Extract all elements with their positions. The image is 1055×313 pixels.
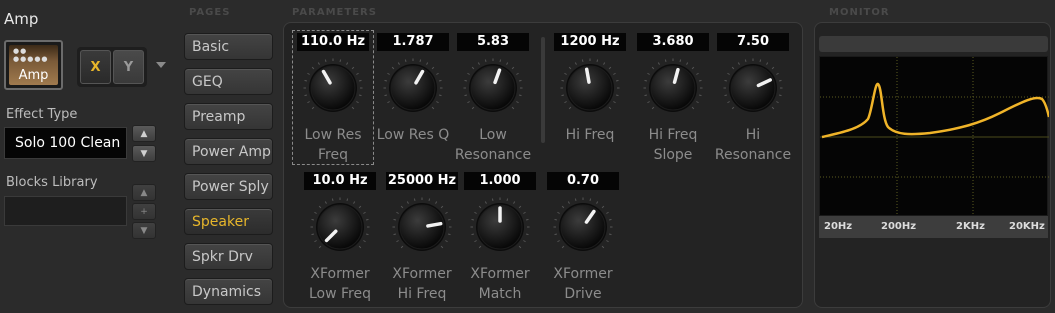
page-tab-dynamics[interactable]: Dynamics [184, 278, 273, 305]
page-tab-preamp[interactable]: Preamp [184, 103, 273, 130]
monitor-header: MONITOR [829, 7, 890, 18]
hi-resonance-knob[interactable] [723, 58, 783, 118]
low-res-freq-value[interactable]: 110.0 Hz [297, 33, 369, 51]
low-resonance-label-line2: Resonance [454, 147, 532, 163]
amp-thumbnail[interactable]: ●● ●●●●● Amp [4, 40, 63, 90]
blocks-library-down-button[interactable]: ▼ [132, 222, 156, 239]
hi-freq-slope-knob[interactable] [643, 58, 703, 118]
frequency-response-graph [820, 57, 1051, 217]
amp-thumb-label: Amp [18, 68, 49, 83]
hi-freq-slope-value[interactable]: 3.680 [637, 33, 709, 51]
freq-label-2khz: 2KHz [956, 221, 985, 232]
xformer-match-value[interactable]: 1.000 [464, 172, 536, 190]
hi-freq-knob[interactable] [560, 58, 620, 118]
xformer-match-knob[interactable] [470, 197, 530, 257]
xformer-drive-label-line2: Drive [564, 286, 602, 302]
effect-type-down-button[interactable]: ▼ [132, 145, 156, 162]
chevron-down-icon[interactable] [156, 62, 166, 68]
freq-label-20hz: 20Hz [824, 221, 853, 232]
low-resonance-knob[interactable] [463, 58, 523, 118]
page-tab-power-amp[interactable]: Power Amp [184, 138, 273, 165]
hi-resonance-value[interactable]: 7.50 [717, 33, 789, 51]
amp-icon: ●● ●●●●● Amp [9, 45, 58, 85]
amp-thumb-dots: ●● ●●●●● [13, 47, 49, 63]
monitor-title-bar [819, 36, 1048, 52]
xformer-hi-freq-value[interactable]: 25000 Hz [386, 172, 458, 190]
xformer-low-freq-value[interactable]: 10.0 Hz [304, 172, 376, 190]
xformer-drive-value[interactable]: 0.70 [547, 172, 619, 190]
low-res-freq-label-line2: Freq [318, 147, 348, 163]
low-res-freq-knob[interactable] [303, 58, 363, 118]
blocks-library-add-button[interactable]: + [132, 203, 156, 220]
xformer-drive-knob[interactable] [553, 197, 613, 257]
hi-resonance-label-line2: Resonance [714, 147, 792, 163]
blocks-library-up-button[interactable]: ▲ [132, 184, 156, 201]
hi-freq-value[interactable]: 1200 Hz [554, 33, 626, 51]
low-resonance-value[interactable]: 5.83 [457, 33, 529, 51]
hi-resonance-label: Hi [745, 127, 761, 143]
low-resonance-label: Low [479, 127, 507, 143]
blocks-library-label: Blocks Library [6, 175, 98, 190]
freq-label-20khz: 20KHz [1009, 221, 1045, 232]
y-button[interactable]: Y [113, 50, 144, 84]
page-tab-geq[interactable]: GEQ [184, 68, 273, 95]
low-res-q-knob[interactable] [383, 58, 443, 118]
page-tab-power-sply[interactable]: Power Sply [184, 173, 273, 200]
page-tab-spkr-drv[interactable]: Spkr Drv [184, 243, 273, 270]
effect-type-field[interactable]: Solo 100 Clean [4, 127, 127, 159]
xformer-drive-label: XFormer [553, 266, 613, 282]
block-title: Amp [4, 10, 39, 28]
blocks-library-field[interactable] [4, 196, 127, 226]
freq-label-200hz: 200Hz [881, 221, 917, 232]
frequency-axis: 20Hz 200Hz 2KHz 20KHz [819, 216, 1048, 238]
x-button[interactable]: X [80, 50, 111, 84]
page-tab-basic[interactable]: Basic [184, 33, 273, 60]
pages-header: PAGES [189, 7, 231, 18]
xy-switch: X Y [77, 47, 147, 87]
page-tab-speaker[interactable]: Speaker [184, 208, 273, 235]
xformer-hi-freq-knob[interactable] [392, 197, 452, 257]
response-curve [821, 82, 1051, 139]
parameters-header: PARAMETERS [292, 7, 377, 18]
effect-type-up-button[interactable]: ▲ [132, 125, 156, 142]
effect-type-label: Effect Type [6, 107, 78, 122]
xformer-low-freq-knob[interactable] [310, 197, 370, 257]
low-res-q-value[interactable]: 1.787 [377, 33, 449, 51]
frequency-response-display [819, 56, 1051, 217]
